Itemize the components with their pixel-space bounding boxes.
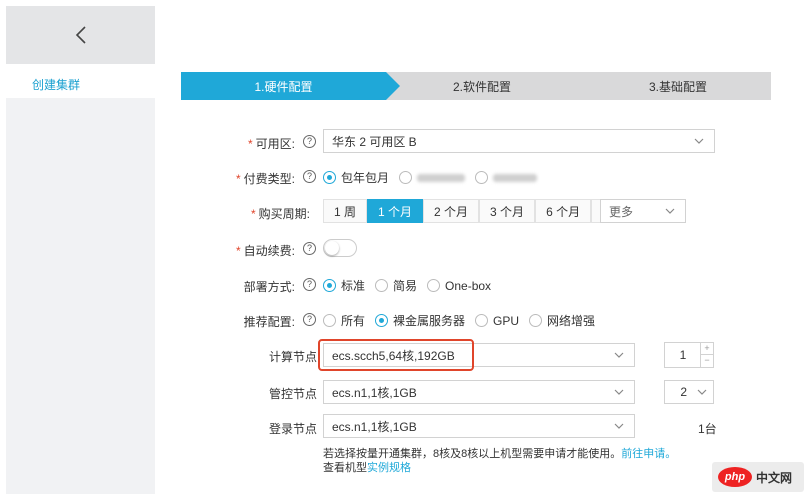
chevron-down-icon <box>614 389 624 395</box>
deploy-label: 部署方式: <box>243 280 295 294</box>
period-option-3m[interactable]: 3 个月 <box>479 199 536 223</box>
billing-option-blurred-2[interactable] <box>475 171 538 184</box>
step-hardware[interactable]: 1.硬件配置 <box>181 72 400 100</box>
master-node-count-select[interactable]: 2 <box>664 380 714 404</box>
compute-node-count: 1 <box>679 348 687 362</box>
compute-node-count-stepper[interactable]: 1 + − <box>664 342 714 368</box>
period-option-2m[interactable]: 2 个月 <box>423 199 480 223</box>
sidebar: 创建集群 <box>6 64 155 494</box>
recommend-option-all[interactable]: 所有 <box>323 312 365 329</box>
instance-spec-link[interactable]: 实例规格 <box>367 462 411 474</box>
step-progress: 1.硬件配置 2.软件配置 3.基础配置 <box>181 72 771 100</box>
sidebar-item-label: 创建集群 <box>32 78 81 92</box>
watermark-text: 中文网 <box>756 470 793 485</box>
period-label: * 购买周期: <box>250 207 310 221</box>
back-button[interactable] <box>6 6 155 64</box>
chevron-down-icon <box>665 208 675 214</box>
deploy-help-icon[interactable]: ? <box>303 278 316 291</box>
deploy-option-simple[interactable]: 简易 <box>375 277 417 294</box>
auto-renew-help-icon[interactable]: ? <box>303 242 316 255</box>
recommend-help-icon[interactable]: ? <box>303 313 316 326</box>
deploy-options: 标准 简易 One-box <box>323 277 501 294</box>
billing-option-prepaid[interactable]: 包年包月 <box>323 169 389 186</box>
deploy-option-onebox[interactable]: One-box <box>427 279 491 293</box>
zone-label: * 可用区: <box>247 137 295 151</box>
period-option-6m[interactable]: 6 个月 <box>535 199 592 223</box>
increment-button[interactable]: + <box>700 343 713 355</box>
zone-help-icon[interactable]: ? <box>303 135 316 148</box>
billing-option-blurred-1[interactable] <box>399 171 466 184</box>
step-software[interactable]: 2.软件配置 <box>372 72 592 100</box>
zone-select[interactable]: 华东 2 可用区 B <box>323 129 715 153</box>
recommend-option-baremetal[interactable]: 裸金属服务器 <box>375 312 465 329</box>
chevron-left-icon <box>75 26 86 44</box>
login-node-count: 1台 <box>698 422 717 436</box>
apply-note: 若选择按量开通集群，8核及8核以上机型需要申请才能使用。前往申请。 查看机型实例… <box>323 448 677 474</box>
billing-label: * 付费类型: <box>235 172 295 186</box>
chevron-down-icon <box>614 423 624 429</box>
watermark: php 中文网 <box>712 462 804 492</box>
recommend-option-network[interactable]: 网络增强 <box>529 312 595 329</box>
php-logo-icon: php <box>718 467 752 487</box>
master-node-label: 管控节点 <box>268 387 317 401</box>
billing-help-icon[interactable]: ? <box>303 170 316 183</box>
period-more-select[interactable]: 更多 <box>600 199 686 223</box>
chevron-down-icon <box>694 138 704 144</box>
step-basic[interactable]: 3.基础配置 <box>571 72 771 100</box>
auto-renew-label: * 自动续费: <box>235 244 295 258</box>
billing-options: 包年包月 <box>323 169 547 186</box>
master-node-select[interactable]: ecs.n1,1核,1GB <box>323 380 635 404</box>
recommend-option-gpu[interactable]: GPU <box>475 314 519 328</box>
auto-renew-toggle[interactable] <box>323 239 357 257</box>
decrement-button[interactable]: − <box>700 355 713 367</box>
recommend-label: 推荐配置: <box>243 315 295 329</box>
recommend-options: 所有 裸金属服务器 GPU 网络增强 <box>323 312 605 329</box>
apply-link[interactable]: 前往申请。 <box>621 448 676 460</box>
chevron-down-icon <box>697 389 707 395</box>
period-selector: 1 周 1 个月 2 个月 3 个月 6 个月 1 年 <box>323 199 636 223</box>
login-node-label: 登录节点 <box>268 422 317 436</box>
sidebar-item-create-cluster[interactable]: 创建集群 <box>6 64 155 98</box>
login-node-select[interactable]: ecs.n1,1核,1GB <box>323 414 635 438</box>
highlight-box <box>318 339 474 371</box>
chevron-down-icon <box>614 352 624 358</box>
compute-node-label: 计算节点 <box>268 350 317 364</box>
period-option-1m[interactable]: 1 个月 <box>367 199 424 223</box>
deploy-option-standard[interactable]: 标准 <box>323 277 365 294</box>
period-option-1w[interactable]: 1 周 <box>323 199 368 223</box>
